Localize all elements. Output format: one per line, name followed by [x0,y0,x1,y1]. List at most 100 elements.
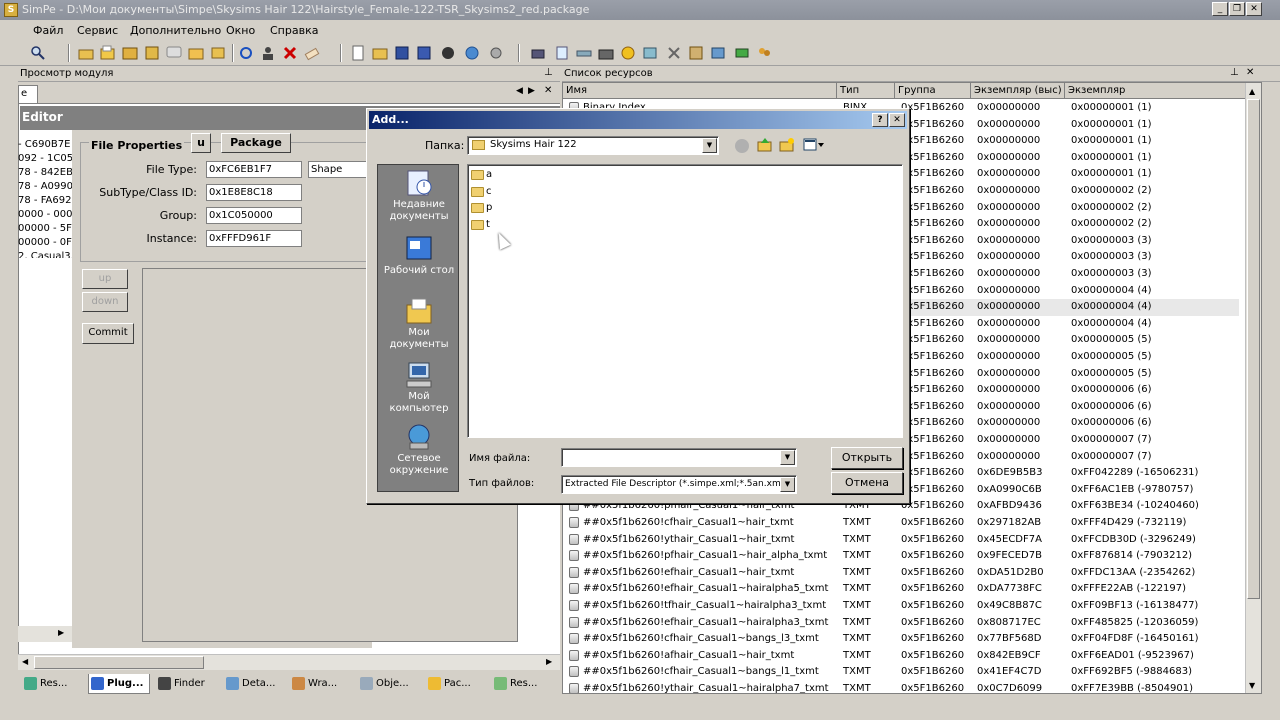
file-type-name-field[interactable]: Shape [308,161,372,178]
table-row[interactable]: ##0x5f1b6260!pfhair_Casual1~hair_alpha_t… [563,548,1239,565]
paste-icon[interactable] [688,45,704,61]
chevron-down-icon[interactable]: ▼ [702,138,717,153]
settings-icon[interactable] [488,45,504,61]
table-row[interactable]: ##0x5f1b6260!ythair_Casual1~hairalpha7_t… [563,681,1239,693]
close-pane-icon[interactable]: ✕ [1246,67,1254,78]
link-icon[interactable] [576,45,592,61]
subtype-field[interactable]: 0x1E8E8C18 [206,184,302,201]
close-button[interactable]: ✕ [1246,2,1262,16]
scroll-right-icon[interactable]: ▶ [546,657,552,666]
file-type-field[interactable]: 0xFC6EB1F7 [206,161,302,178]
filetype-select[interactable]: Extracted File Descriptor (*.simpe.xml;*… [561,475,797,494]
resource-vscroll[interactable]: ▲ ▼ [1245,83,1261,693]
star-icon[interactable] [620,45,636,61]
table-row[interactable]: ##0x5f1b6260!efhair_Casual1~hairalpha3_t… [563,615,1239,632]
tab-objects[interactable]: Obje... [358,674,418,694]
open-package-icon[interactable] [78,45,94,61]
up-folder-icon[interactable] [757,137,773,153]
dialog-close-button[interactable]: ✕ [889,113,905,127]
menu-window[interactable]: Окно [226,24,255,37]
column-type[interactable]: Тип [837,83,895,99]
new-folder-icon[interactable] [779,137,795,153]
instance-field[interactable]: 0xFFFD961F [206,230,302,247]
cancel-button[interactable]: Отмена [831,472,903,494]
chevron-down-icon[interactable]: ▼ [780,450,795,465]
down-button[interactable]: down [82,292,128,312]
open-button[interactable]: Открыть [831,447,903,469]
minimize-button[interactable]: _ [1212,2,1228,16]
scroll-up-icon[interactable]: ▲ [1249,87,1255,96]
tab-close-icon[interactable]: ✕ [544,85,552,96]
menu-file[interactable]: Файл [33,24,63,37]
left-hscroll[interactable]: ▶ [18,626,72,642]
menu-advanced[interactable]: Дополнительно [130,24,221,37]
table-row[interactable]: ##0x5f1b6260!tfhair_Casual1~hairalpha3_t… [563,598,1239,615]
file-list[interactable]: a c p t [467,164,903,438]
table-row[interactable]: ##0x5f1b6260!cfhair_Casual1~bangs_l3_txm… [563,631,1239,648]
scroll-thumb[interactable] [1247,99,1260,599]
delete-icon[interactable] [282,45,298,61]
scroll-right-icon[interactable]: ▶ [58,628,64,637]
maximize-button[interactable]: ❐ [1229,2,1245,16]
document-icon[interactable] [554,45,570,61]
module-tab[interactable]: е [18,85,38,103]
globe-icon[interactable] [464,45,480,61]
commit-button[interactable]: Commit [82,323,134,344]
map-icon[interactable] [642,45,658,61]
back-icon[interactable] [735,139,749,153]
view-menu-icon[interactable] [803,138,825,152]
print-icon[interactable] [530,45,546,61]
tools-icon[interactable] [734,45,750,61]
group-field[interactable]: 0x1C050000 [206,207,302,224]
column-name[interactable]: Имя [563,83,837,99]
table-row[interactable]: ##0x5f1b6260!cfhair_Casual1~bangs_l1_txm… [563,664,1239,681]
tab-wrapper[interactable]: Wra... [290,674,350,694]
column-instance-high[interactable]: Экземпляр (выс) [971,83,1065,99]
menu-service[interactable]: Сервис [77,24,118,37]
place-desktop[interactable]: Рабочий стол [378,235,460,277]
pin-icon[interactable]: ⊥ [1230,67,1239,78]
scroll-thumb[interactable] [34,656,204,669]
place-my-documents[interactable]: Мои документы [378,297,460,351]
place-my-computer[interactable]: Мой компьютер [378,361,460,415]
package-icon[interactable] [144,45,160,61]
tab-details[interactable]: Deta... [224,674,282,694]
refresh-icon[interactable] [238,45,254,61]
column-group[interactable]: Группа [895,83,971,99]
editor-hscroll[interactable]: ◀ ▶ [18,654,560,670]
folder-item[interactable]: a [470,168,492,182]
open-file-icon[interactable] [372,45,388,61]
table-row[interactable]: ##0x5f1b6260!ythair_Casual1~hair_txmt TXM… [563,532,1239,549]
new-icon[interactable] [350,45,366,61]
image-icon[interactable] [710,45,726,61]
camera-icon[interactable] [598,45,614,61]
place-recent[interactable]: Недавние документы [378,169,460,223]
folder-item[interactable]: p [470,201,492,215]
folder-item[interactable]: c [470,185,492,199]
column-instance[interactable]: Экземпляр [1065,83,1247,99]
chevron-down-icon[interactable]: ▼ [780,477,795,492]
tab-resource-2[interactable]: Res... [492,674,552,694]
open-icon[interactable] [100,45,116,61]
table-row[interactable]: ##0x5f1b6260!cfhair_Casual1~hair_txmt TXM… [563,515,1239,532]
place-network[interactable]: Сетевое окружение [378,423,460,477]
up-button[interactable]: up [82,269,128,289]
package-button[interactable]: Package [221,133,291,153]
close-package-icon[interactable] [440,45,456,61]
folder-icon[interactable] [188,45,204,61]
tab-right-arrow-icon[interactable]: ▶ [528,86,535,96]
pin-icon[interactable]: ⊥ [544,67,553,78]
scissors-icon[interactable] [666,45,682,61]
folder-item[interactable]: t [470,218,490,232]
scroll-left-icon[interactable]: ◀ [22,657,28,666]
scroll-down-icon[interactable]: ▼ [1249,681,1255,690]
table-row[interactable]: ##0x5f1b6260!afhair_Casual1~hair_txmt TXM… [563,648,1239,665]
folder-combo[interactable]: Skysims Hair 122 ▼ [467,136,719,155]
wand-icon[interactable] [210,45,226,61]
people-icon[interactable] [756,45,772,61]
comment-icon[interactable] [166,45,182,61]
save-package-icon[interactable] [122,45,138,61]
save-icon[interactable] [394,45,410,61]
tab-finder[interactable]: Finder [156,674,212,694]
menu-help[interactable]: Справка [270,24,318,37]
